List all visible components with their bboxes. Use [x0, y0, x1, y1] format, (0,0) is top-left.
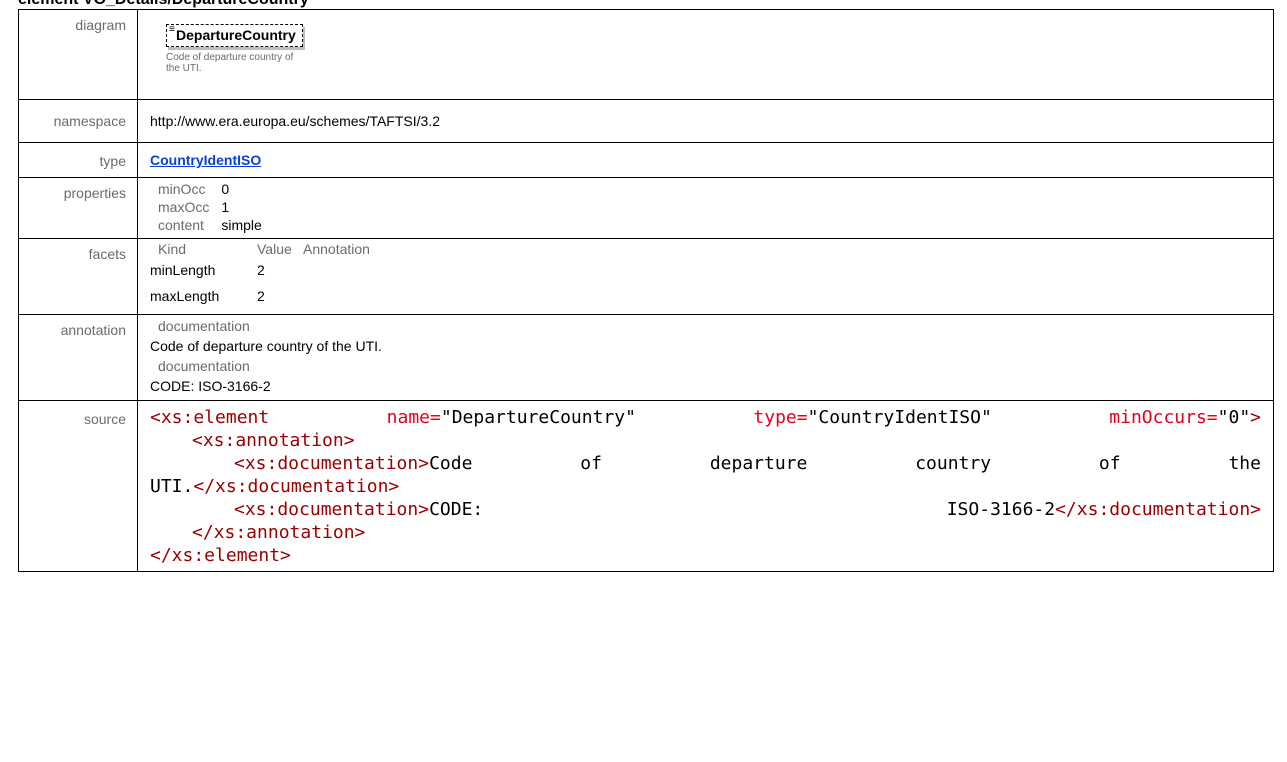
- facets-header-kind: Kind: [158, 241, 187, 257]
- xml-text: of: [1098, 453, 1121, 474]
- label-source: source: [18, 400, 138, 572]
- source-line: </xs:annotation>: [192, 522, 366, 543]
- source-line: <xs:documentation>CODE: ISO-3166-2</xs:d…: [150, 498, 1261, 521]
- row-source: source <xs:element name="DepartureCountr…: [18, 400, 1274, 572]
- source-line: <xs:annotation>: [192, 430, 355, 451]
- xml-attribute: name="DepartureCountry": [386, 407, 636, 428]
- diagram-cell: ≡ DepartureCountry Code of departure cou…: [137, 9, 1274, 100]
- page-title: element VO_Details/DepartureCountry: [18, 0, 309, 9]
- source-line: UTI.</xs:documentation>: [150, 476, 400, 497]
- label-type: type: [18, 142, 138, 178]
- row-namespace: namespace http://www.era.europa.eu/schem…: [18, 99, 1274, 143]
- properties-table: minOcc 0 maxOcc 1 content simple: [150, 180, 262, 234]
- xml-attribute: minOccurs="0">: [1109, 407, 1261, 428]
- facets-table: Kind Value Annotation minLength 2 maxLen…: [150, 240, 370, 310]
- source-line: </xs:element>: [150, 545, 291, 566]
- facets-header-row: Kind Value Annotation: [150, 240, 370, 258]
- diagram-element-name: DepartureCountry: [176, 27, 296, 43]
- row-annotation: annotation documentation Code of departu…: [18, 314, 1274, 401]
- label-properties: properties: [18, 177, 138, 239]
- element-doc-table: diagram ≡ DepartureCountry Code of depar…: [18, 9, 1274, 572]
- source-cell: <xs:element name="DepartureCountry" type…: [137, 400, 1274, 572]
- facet-value: 2: [257, 288, 265, 304]
- row-properties: properties minOcc 0 maxOcc 1 content sim…: [18, 177, 1274, 239]
- property-value: simple: [221, 217, 262, 233]
- xml-source-code: <xs:element name="DepartureCountry" type…: [150, 406, 1273, 567]
- row-facets: facets Kind Value Annotation minLength 2…: [18, 238, 1274, 315]
- source-line: <xs:documentation>Code of departure coun…: [150, 452, 1261, 475]
- facet-kind: minLength: [150, 262, 216, 278]
- xml-text: of: [580, 453, 602, 474]
- type-link[interactable]: CountryIdentISO: [150, 152, 261, 168]
- facets-cell: Kind Value Annotation minLength 2 maxLen…: [137, 238, 1274, 315]
- annotation-text: CODE: ISO-3166-2: [150, 378, 271, 394]
- annotation-kind: documentation: [158, 318, 250, 334]
- xml-text: <xs:documentation>Code: [234, 453, 473, 474]
- label-annotation: annotation: [18, 314, 138, 401]
- facets-header-value: Value: [257, 241, 292, 257]
- type-cell: CountryIdentISO: [137, 142, 1274, 178]
- property-key: minOcc: [158, 181, 206, 197]
- xml-text: departure: [709, 453, 808, 474]
- facet-annotation: [303, 258, 370, 284]
- label-namespace: namespace: [18, 99, 138, 143]
- property-row: minOcc 0: [150, 180, 262, 198]
- facet-annotation: [303, 284, 370, 310]
- property-row: maxOcc 1: [150, 198, 262, 216]
- namespace-value: http://www.era.europa.eu/schemes/TAFTSI/…: [137, 99, 1274, 143]
- source-line: <xs:element name="DepartureCountry" type…: [150, 406, 1261, 429]
- facet-kind: maxLength: [150, 288, 220, 304]
- annotation-cell: documentation Code of departure country …: [137, 314, 1274, 401]
- row-type: type CountryIdentISO: [18, 142, 1274, 178]
- property-value: 0: [221, 181, 230, 197]
- property-key: content: [158, 217, 204, 233]
- label-facets: facets: [18, 238, 138, 315]
- annotation-kind: documentation: [158, 358, 250, 374]
- facets-header-annotation: Annotation: [303, 241, 370, 257]
- xml-attribute: type="CountryIdentISO": [753, 407, 992, 428]
- xml-tag: <xs:element: [150, 407, 270, 428]
- xml-text: the: [1228, 453, 1261, 474]
- diagram-element-box[interactable]: ≡ DepartureCountry: [166, 24, 303, 47]
- property-key: maxOcc: [158, 199, 210, 215]
- annotation-text: Code of departure country of the UTI.: [150, 338, 382, 354]
- xml-text: ISO-3166-2</xs:documentation>: [946, 499, 1261, 520]
- properties-cell: minOcc 0 maxOcc 1 content simple: [137, 177, 1274, 239]
- xml-text: country: [915, 453, 992, 474]
- facet-value: 2: [257, 262, 265, 278]
- property-value: 1: [221, 199, 230, 215]
- row-diagram: diagram ≡ DepartureCountry Code of depar…: [18, 9, 1274, 100]
- property-row: content simple: [150, 216, 262, 234]
- xml-text: <xs:documentation>CODE:: [234, 499, 484, 520]
- facet-row: maxLength 2: [150, 284, 370, 310]
- label-diagram: diagram: [18, 9, 138, 100]
- facet-row: minLength 2: [150, 258, 370, 284]
- list-icon: ≡: [169, 24, 175, 35]
- diagram-note: Code of departure country of the UTI.: [166, 52, 294, 74]
